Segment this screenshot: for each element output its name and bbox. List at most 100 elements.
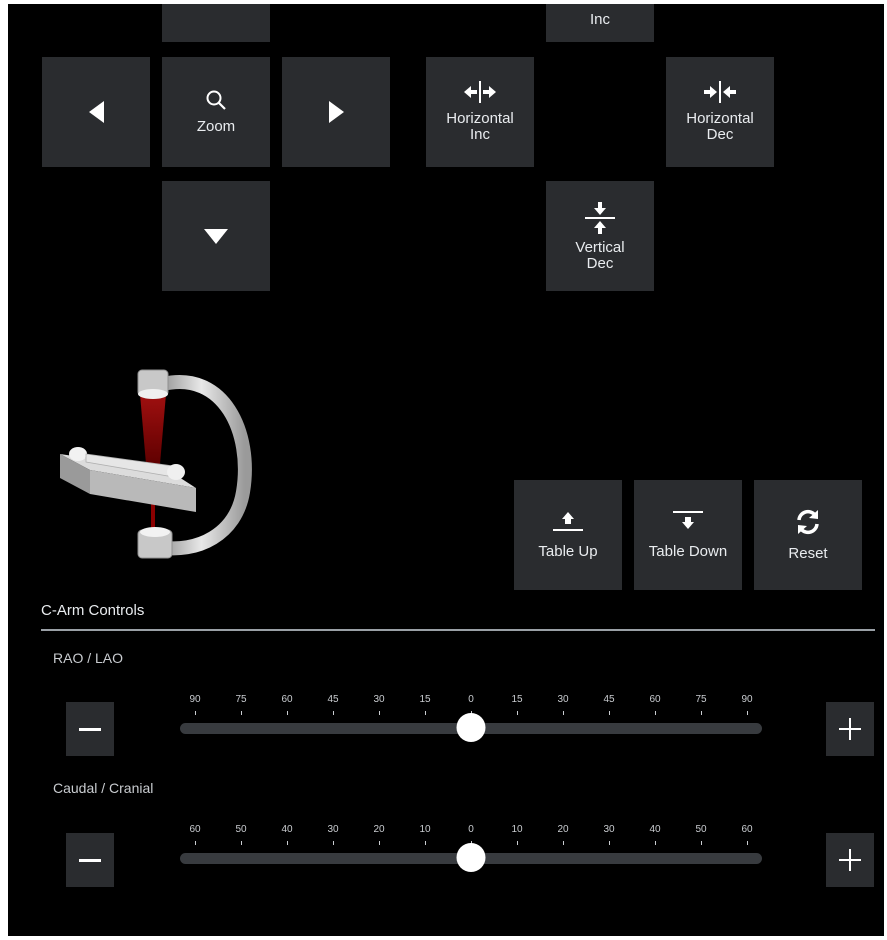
caudal-cranial-label: Caudal / Cranial bbox=[53, 780, 154, 796]
table-down-button[interactable]: Table Down bbox=[634, 480, 742, 590]
rao-lao-slider-thumb[interactable] bbox=[456, 713, 486, 742]
tick-mark bbox=[701, 841, 702, 845]
tick-label: 15 bbox=[511, 694, 523, 705]
horizontal-dec-label: Horizontal Dec bbox=[686, 110, 754, 143]
tick-label: 40 bbox=[281, 824, 293, 835]
tick-mark bbox=[517, 711, 518, 715]
table-down-label: Table Down bbox=[648, 543, 728, 560]
horizontal-inc-label: Horizontal Inc bbox=[446, 110, 514, 143]
c-arm-preview-image bbox=[60, 369, 252, 559]
caudal-cranial-tick-labels: 60 50 40 30 20 10 0 10 20 30 40 50 60 bbox=[180, 824, 762, 845]
tick-mark bbox=[517, 841, 518, 845]
tick-mark bbox=[655, 841, 656, 845]
tick-label: 20 bbox=[557, 824, 569, 835]
tick-mark bbox=[241, 841, 242, 845]
tick-label: 50 bbox=[235, 824, 247, 835]
rao-lao-label: RAO / LAO bbox=[53, 650, 124, 666]
tick-label: 75 bbox=[695, 694, 707, 705]
horizontal-expand-icon bbox=[464, 81, 496, 103]
tick-label: 45 bbox=[603, 694, 615, 705]
tick-mark bbox=[287, 841, 288, 845]
rao-lao-tick-labels: 90 75 60 45 30 15 0 15 30 45 60 75 90 bbox=[180, 694, 762, 715]
tick-mark bbox=[425, 711, 426, 715]
table-up-button[interactable]: Table Up bbox=[514, 480, 622, 590]
tick-mark bbox=[333, 841, 334, 845]
caudal-cranial-slider-thumb[interactable] bbox=[456, 843, 486, 872]
vertical-dec-label: Vertical Dec bbox=[575, 239, 625, 272]
tick-label: 75 bbox=[235, 694, 247, 705]
rao-lao-increment-button[interactable] bbox=[826, 702, 874, 756]
tick-mark bbox=[287, 711, 288, 715]
tick-mark bbox=[379, 711, 380, 715]
pan-down-button[interactable] bbox=[162, 181, 270, 291]
arrow-down-icon bbox=[204, 228, 228, 244]
tick-mark bbox=[701, 711, 702, 715]
tick-label: 10 bbox=[419, 824, 431, 835]
table-up-icon bbox=[553, 512, 583, 531]
tick-label: 90 bbox=[189, 694, 201, 705]
vertical-inc-label: Inc bbox=[589, 11, 610, 28]
tick-mark bbox=[655, 711, 656, 715]
tick-mark bbox=[195, 841, 196, 845]
plus-icon bbox=[839, 718, 861, 740]
pan-up-button[interactable] bbox=[162, 4, 270, 42]
tick-mark bbox=[609, 841, 610, 845]
tick-label: 0 bbox=[468, 824, 474, 835]
tick-label: 20 bbox=[373, 824, 385, 835]
horizontal-inc-button[interactable]: Horizontal Inc bbox=[426, 57, 534, 167]
tick-mark bbox=[379, 841, 380, 845]
tick-mark bbox=[425, 841, 426, 845]
reset-label: Reset bbox=[788, 545, 828, 562]
arrow-right-icon bbox=[328, 101, 344, 123]
tick-label: 60 bbox=[741, 824, 753, 835]
tick-label: 30 bbox=[603, 824, 615, 835]
c-arm-controls-heading: C-Arm Controls bbox=[41, 602, 145, 619]
refresh-icon bbox=[797, 509, 819, 535]
rao-lao-slider[interactable]: 90 75 60 45 30 15 0 15 30 45 60 75 90 bbox=[180, 694, 762, 754]
zoom-label: Zoom bbox=[196, 118, 236, 135]
tick-label: 50 bbox=[695, 824, 707, 835]
tick-label: 30 bbox=[327, 824, 339, 835]
tick-label: 30 bbox=[557, 694, 569, 705]
tick-mark bbox=[333, 711, 334, 715]
horizontal-contract-icon bbox=[704, 81, 736, 103]
caudal-cranial-decrement-button[interactable] bbox=[66, 833, 114, 887]
tick-label: 60 bbox=[649, 694, 661, 705]
horizontal-dec-button[interactable]: Horizontal Dec bbox=[666, 57, 774, 167]
tick-mark bbox=[563, 841, 564, 845]
pan-right-button[interactable] bbox=[282, 57, 390, 167]
table-up-label: Table Up bbox=[538, 543, 598, 560]
carm-control-panel: Zoom Inc Horizontal Inc Horizontal Dec V… bbox=[8, 4, 884, 936]
tick-label: 60 bbox=[281, 694, 293, 705]
caudal-cranial-slider[interactable]: 60 50 40 30 20 10 0 10 20 30 40 50 60 bbox=[180, 824, 762, 884]
tick-mark bbox=[563, 711, 564, 715]
section-divider bbox=[41, 629, 875, 631]
tick-label: 60 bbox=[189, 824, 201, 835]
tick-mark bbox=[747, 841, 748, 845]
rao-lao-decrement-button[interactable] bbox=[66, 702, 114, 756]
minus-icon bbox=[79, 727, 101, 731]
tick-label: 15 bbox=[419, 694, 431, 705]
vertical-dec-button[interactable]: Vertical Dec bbox=[546, 181, 654, 291]
vertical-inc-button[interactable]: Inc bbox=[546, 4, 654, 42]
tick-label: 40 bbox=[649, 824, 661, 835]
tick-mark bbox=[195, 711, 196, 715]
zoom-button[interactable]: Zoom bbox=[162, 57, 270, 167]
tick-label: 45 bbox=[327, 694, 339, 705]
tick-mark bbox=[747, 711, 748, 715]
tick-mark bbox=[241, 711, 242, 715]
pan-left-button[interactable] bbox=[42, 57, 150, 167]
minus-icon bbox=[79, 858, 101, 862]
tick-label: 10 bbox=[511, 824, 523, 835]
search-icon bbox=[206, 90, 226, 110]
tick-label: 30 bbox=[373, 694, 385, 705]
tick-label: 0 bbox=[468, 694, 474, 705]
table-down-icon bbox=[673, 511, 703, 529]
reset-button[interactable]: Reset bbox=[754, 480, 862, 590]
tick-label: 90 bbox=[741, 694, 753, 705]
arrow-left-icon bbox=[88, 101, 104, 123]
plus-icon bbox=[839, 849, 861, 871]
tick-mark bbox=[609, 711, 610, 715]
vertical-contract-icon bbox=[585, 202, 615, 234]
caudal-cranial-increment-button[interactable] bbox=[826, 833, 874, 887]
